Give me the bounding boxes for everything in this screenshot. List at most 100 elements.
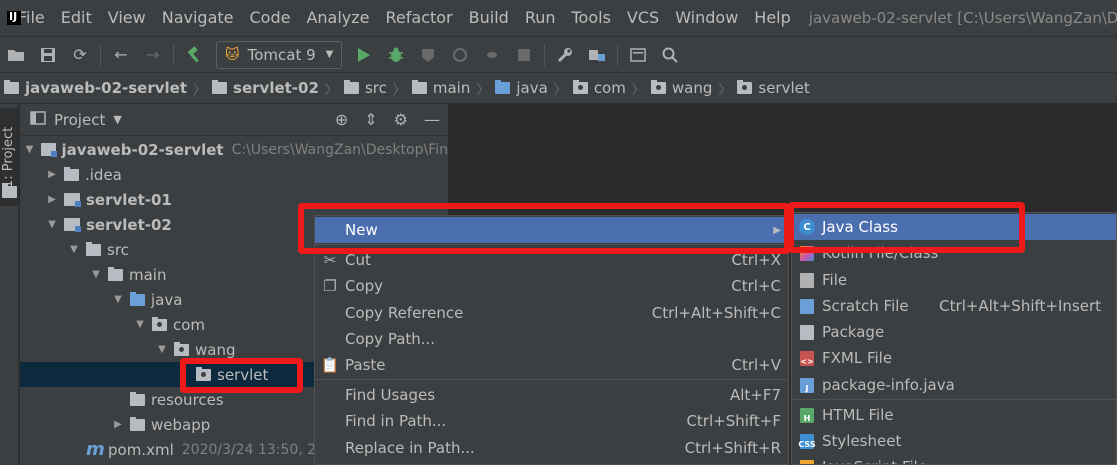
- menu-navigate[interactable]: Navigate: [154, 0, 242, 36]
- menu-run[interactable]: Run: [517, 0, 564, 36]
- attach-icon[interactable]: [479, 42, 505, 68]
- locate-target-icon[interactable]: ⊕: [335, 110, 348, 129]
- submenu-item[interactable]: <> FXML File: [792, 345, 1116, 371]
- scissors-icon: ✂: [323, 251, 337, 269]
- breadcrumb-item[interactable]: com: [572, 79, 626, 97]
- collapse-arrow-icon[interactable]: ▶: [46, 194, 58, 205]
- breadcrumb-item[interactable]: javaweb-02-servlet: [4, 79, 187, 97]
- chevron-right-icon: 〉: [476, 82, 490, 98]
- submenu-item-label: Scratch File: [822, 297, 909, 315]
- menu-help[interactable]: Help: [746, 0, 798, 36]
- gear-icon[interactable]: ⚙: [394, 110, 408, 129]
- terminal-icon[interactable]: [625, 42, 651, 68]
- submenu-item[interactable]: C Java Class: [792, 214, 1116, 240]
- hide-minus-icon[interactable]: —: [424, 110, 440, 129]
- breadcrumb-item[interactable]: java: [495, 79, 548, 97]
- package-info-icon: J: [792, 377, 822, 393]
- tree-row[interactable]: ▶ .idea: [20, 162, 448, 187]
- project-tool-window-tab[interactable]: 1: Project: [0, 108, 19, 206]
- folder-icon: [411, 80, 427, 94]
- expand-arrow-icon[interactable]: ▼: [90, 269, 102, 280]
- open-folder-icon[interactable]: [3, 42, 29, 68]
- project-panel-title[interactable]: Project: [54, 111, 105, 129]
- submenu-item[interactable]: Scratch File Ctrl+Alt+Shift+Insert: [792, 293, 1116, 319]
- shortcut-label: Alt+F7: [729, 386, 781, 404]
- breadcrumb-item[interactable]: wang: [650, 79, 712, 97]
- context-menu-item[interactable]: ❐ Copy Ctrl+C: [315, 273, 789, 299]
- folder-icon: [130, 391, 145, 406]
- debug-icon[interactable]: [383, 42, 409, 68]
- context-menu-item[interactable]: 📋 Paste Ctrl+V: [315, 352, 789, 378]
- search-icon[interactable]: [657, 42, 683, 68]
- chevron-right-icon: 〉: [193, 82, 207, 98]
- menu-tools[interactable]: Tools: [564, 0, 619, 36]
- chevron-right-icon: 〉: [631, 82, 645, 98]
- submenu-item[interactable]: JSJavaScript File: [792, 454, 1116, 464]
- context-menu-item[interactable]: New ▶: [315, 217, 789, 243]
- expand-arrow-icon[interactable]: ▼: [156, 344, 168, 355]
- menu-window[interactable]: Window: [667, 0, 746, 36]
- breadcrumb-item[interactable]: servlet-02: [212, 79, 319, 97]
- context-menu-item[interactable]: Copy Reference Ctrl+Alt+Shift+C: [315, 300, 789, 326]
- menu-code[interactable]: Code: [242, 0, 299, 36]
- module-folder-icon: [64, 218, 81, 232]
- context-menu-item[interactable]: Replace in Path... Ctrl+Shift+R: [315, 435, 789, 461]
- build-hammer-icon[interactable]: [181, 42, 207, 68]
- submenu-item[interactable]: Kotlin File/Class: [792, 240, 1116, 266]
- run-configuration-selector[interactable]: 🐱 Tomcat 9 ▼: [216, 40, 343, 69]
- menu-vcs[interactable]: VCS: [619, 0, 667, 36]
- submenu-item[interactable]: Package: [792, 319, 1116, 345]
- tree-item-label: java: [151, 290, 183, 309]
- collapse-arrow-icon[interactable]: ▶: [112, 419, 124, 430]
- project-structure-icon[interactable]: [584, 42, 610, 68]
- save-icon[interactable]: [35, 42, 61, 68]
- tree-row[interactable]: ▼ javaweb-02-servlet C:\Users\WangZan\Desk…: [20, 137, 448, 162]
- tree-item-label: src: [107, 240, 129, 259]
- submenu-item[interactable]: Jpackage-info.java: [792, 372, 1116, 398]
- sync-icon[interactable]: ⟳: [67, 42, 93, 68]
- expand-arrow-icon[interactable]: ▼: [134, 319, 146, 330]
- breadcrumb-item[interactable]: src: [343, 79, 387, 97]
- menu-edit[interactable]: Edit: [53, 0, 100, 36]
- menu-view[interactable]: View: [100, 0, 154, 36]
- back-arrow-icon[interactable]: ←: [108, 42, 134, 68]
- forward-arrow-icon[interactable]: →: [140, 42, 166, 68]
- menu-build[interactable]: Build: [461, 0, 517, 36]
- collapse-all-icon[interactable]: ⇕: [364, 110, 377, 129]
- tree-row[interactable]: ▶ servlet-01: [20, 187, 448, 212]
- breadcrumb-item[interactable]: servlet: [737, 79, 810, 97]
- context-menu-item[interactable]: Find in Path... Ctrl+Shift+F: [315, 408, 789, 434]
- submenu-item[interactable]: File: [792, 267, 1116, 293]
- tree-item-label: resources: [151, 390, 224, 409]
- menu-refactor[interactable]: Refactor: [378, 0, 461, 36]
- expand-arrow-icon[interactable]: ▼: [24, 144, 35, 155]
- tomcat-icon: 🐱: [225, 46, 240, 63]
- expand-arrow-icon[interactable]: ▼: [112, 294, 124, 305]
- expand-arrow-icon[interactable]: ▼: [46, 219, 58, 230]
- context-menu-item[interactable]: Copy Path...: [315, 326, 789, 352]
- collapse-arrow-icon[interactable]: ▶: [46, 169, 58, 180]
- coverage-icon[interactable]: [415, 42, 441, 68]
- tree-item-hint: 2020/3/24 13:50, 2.7: [181, 441, 330, 458]
- stop-icon[interactable]: [511, 42, 537, 68]
- tree-item-label: servlet-01: [86, 190, 172, 209]
- expand-arrow-icon[interactable]: ▼: [68, 244, 80, 255]
- chevron-right-icon: 〉: [718, 82, 732, 98]
- submenu-item[interactable]: CSS Stylesheet: [792, 428, 1116, 454]
- profile-icon[interactable]: [447, 42, 473, 68]
- breadcrumb-item[interactable]: main: [411, 79, 470, 97]
- menu-analyze[interactable]: Analyze: [298, 0, 377, 36]
- fxml-icon: <>: [792, 350, 822, 366]
- settings-wrench-icon[interactable]: [552, 42, 578, 68]
- run-icon[interactable]: [351, 42, 377, 68]
- context-menu-item-label: Find in Path...: [345, 412, 447, 430]
- source-folder-icon: [130, 291, 145, 306]
- chevron-down-icon[interactable]: ▼: [113, 113, 121, 126]
- submenu-item[interactable]: H HTML File: [792, 402, 1116, 428]
- context-menu-item[interactable]: ✂ Cut Ctrl+X: [315, 247, 789, 273]
- chevron-right-icon: 〉: [392, 82, 406, 98]
- tree-item-label: servlet: [217, 365, 269, 384]
- shortcut-label: Ctrl+Alt+Shift+C: [651, 304, 781, 322]
- context-menu-item[interactable]: Find Usages Alt+F7: [315, 382, 789, 408]
- folder-icon: [86, 241, 101, 256]
